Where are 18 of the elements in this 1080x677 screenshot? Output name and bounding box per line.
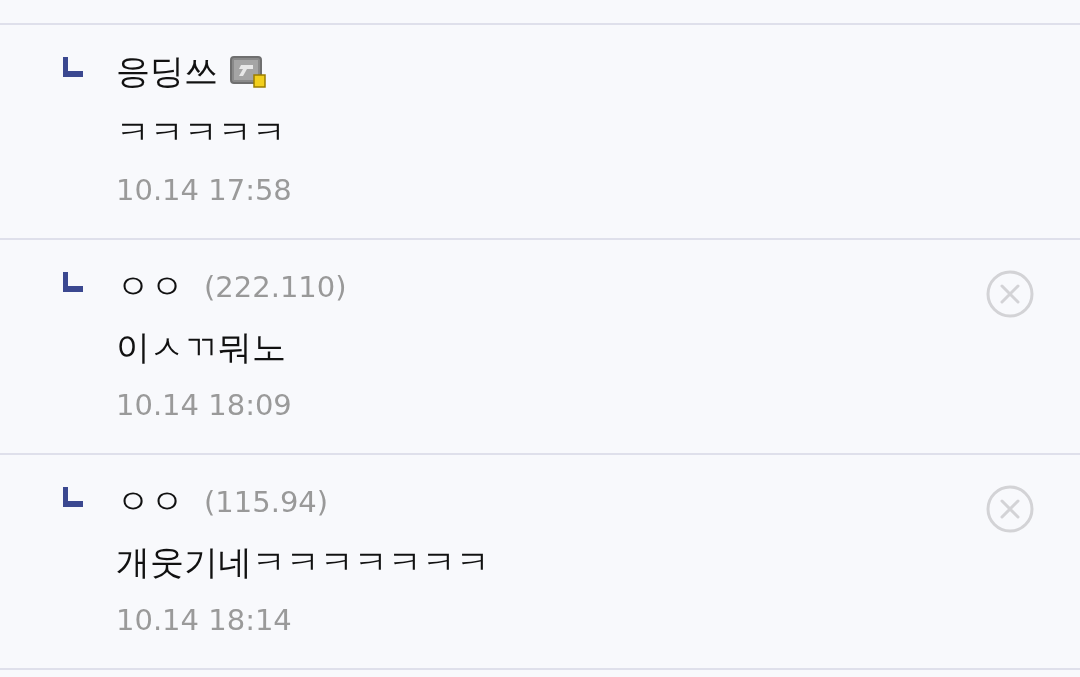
comment-text: 이ㅅㄲ뭐노 — [116, 326, 287, 369]
author-name: ㅇㅇ — [116, 265, 184, 308]
delete-button[interactable] — [986, 485, 1034, 533]
reply-corner-icon — [63, 272, 83, 292]
comment-date: 10.14 17:58 — [116, 172, 293, 209]
ip-address: (222.110) — [204, 270, 347, 304]
close-icon — [986, 270, 1034, 318]
reply-corner-icon — [63, 487, 83, 507]
author-name: ㅇㅇ — [116, 480, 184, 523]
close-icon — [986, 485, 1034, 533]
comment-date: 10.14 18:09 — [116, 387, 293, 424]
reply-corner-icon — [63, 57, 83, 77]
comment-text: ㅋㅋㅋㅋㅋ — [116, 111, 287, 154]
comment-date: 10.14 18:14 — [116, 602, 293, 639]
ip-address: (115.94) — [204, 485, 329, 519]
comment-text: 개웃기네ㅋㅋㅋㅋㅋㅋㅋ — [116, 541, 491, 584]
author-name: 응딩쓰 — [116, 50, 218, 93]
delete-button[interactable] — [986, 270, 1034, 318]
